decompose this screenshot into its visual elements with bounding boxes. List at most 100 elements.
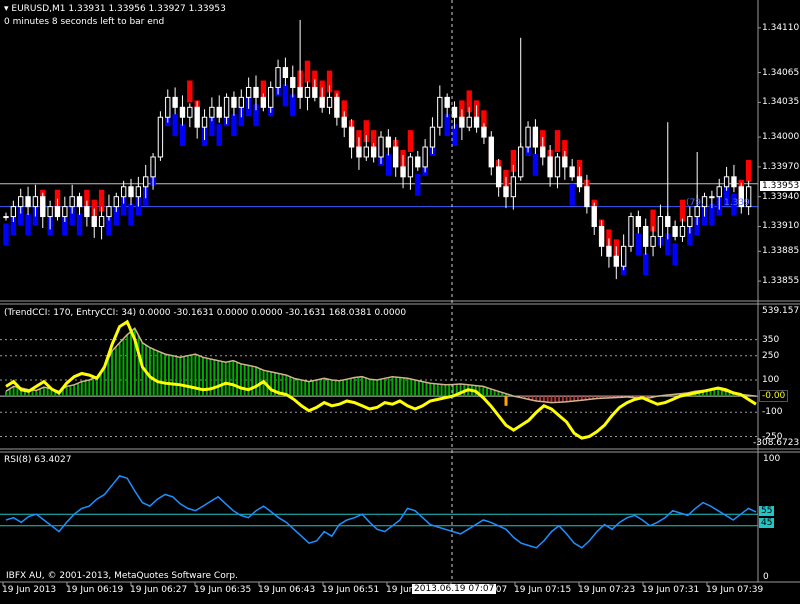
candle-body [459, 116, 465, 128]
cci-tick-label: -100 [762, 407, 783, 418]
symbol-header: ▾ EURUSD,M1 1.33931 1.33956 1.33927 1.33… [4, 4, 226, 14]
candle-body [643, 225, 649, 247]
candle-body [245, 86, 252, 98]
trend-band-series [3, 60, 752, 276]
cci-zero-marker: -0.00 [759, 390, 789, 402]
candle-body [253, 86, 259, 98]
rsi-indicator-panel[interactable] [0, 475, 758, 549]
candle-body [650, 235, 656, 247]
candle-body [731, 176, 737, 188]
candle-body [451, 106, 458, 118]
chart-canvas[interactable] [0, 0, 800, 600]
candle-body [275, 67, 281, 88]
candle-body [620, 245, 627, 267]
candle-body [216, 106, 222, 118]
cci-tick-label: 100 [762, 374, 780, 385]
candle-body [393, 146, 399, 168]
candle-body [495, 166, 502, 188]
price-tick-label: 1.34065 [762, 67, 800, 78]
candle-body [84, 206, 90, 218]
price-tick-label: 1.33940 [762, 191, 800, 202]
candle-body [385, 136, 392, 148]
cci-bottom-value: -308.6723 [753, 438, 800, 448]
rsi-line [5, 475, 757, 549]
time-tick-label: 19 Jun 06:51 [322, 585, 380, 595]
candle-body [113, 196, 119, 208]
candle-body [473, 116, 480, 128]
candle-body [591, 206, 597, 227]
candle-body [466, 116, 472, 128]
rsi-axis-top: 100 [763, 454, 781, 464]
rsi-header: RSI(8) 63.4027 [4, 455, 72, 465]
candle-body [518, 146, 524, 178]
candle-body [613, 255, 619, 267]
rsi-axis-bottom: 0 [763, 572, 769, 582]
candle-body [209, 106, 215, 118]
candle-body [334, 96, 340, 118]
time-tick-label: 19 Jun 07:15 [514, 585, 572, 595]
rsi-level-45-tag: 45 [759, 518, 775, 528]
current-price-tag: 1.33953 [760, 181, 800, 191]
candle-body [598, 225, 605, 247]
price-tick-label: 1.33910 [762, 221, 800, 232]
candle-body [687, 216, 693, 227]
cci-header: (TrendCCI: 170, EntryCCI: 34) 0.0000 -30… [4, 308, 407, 318]
candle-body [437, 96, 443, 128]
candle-body [657, 216, 664, 237]
candle-body [304, 86, 311, 98]
candle-body [554, 156, 561, 178]
cci-indicator-panel[interactable] [0, 319, 758, 440]
candle-body [400, 166, 406, 178]
candle-body [694, 206, 700, 218]
candle-body [120, 186, 127, 198]
time-tick-label: 19 Jun 07:39 [706, 585, 764, 595]
candle-body [444, 96, 450, 108]
price-tick-label: 1.33970 [762, 161, 800, 172]
candle-body [47, 206, 53, 218]
crosshair-time-tag: 2013.06.19 07:07 [412, 584, 497, 594]
candle-body [187, 106, 193, 118]
window-menu-triangle-icon[interactable]: ▾ [4, 4, 9, 14]
candle-body [172, 96, 178, 108]
candle-body [635, 216, 642, 227]
cci-tick-label: 539.1575 [762, 306, 800, 316]
copyright-text: IBFX AU, © 2001-2013, MetaQuotes Softwar… [6, 571, 238, 581]
candle-body [179, 106, 186, 118]
candle-body [378, 136, 384, 158]
candle-body [91, 216, 97, 227]
candle-body [356, 146, 362, 158]
candle-body [576, 176, 583, 188]
price-panel[interactable] [0, 19, 761, 282]
candle-body [150, 156, 156, 178]
candle-body [672, 225, 678, 237]
cci-tick-label: 250 [762, 350, 780, 361]
price-tick-label: 1.34110 [762, 22, 800, 33]
candle-body [54, 206, 61, 218]
candle-body [128, 186, 134, 198]
cci-tick-label: 350 [762, 334, 780, 345]
candle-body [481, 126, 487, 138]
candle-body [3, 216, 9, 219]
candle-body [165, 96, 171, 118]
candle-body [260, 96, 267, 108]
candle-body [415, 156, 421, 168]
candle-body [76, 196, 83, 208]
rsi-level-55-tag: 55 [759, 506, 775, 516]
candle-body [319, 96, 325, 108]
candle-body [312, 86, 318, 98]
candle-body [157, 116, 164, 158]
candle-body [525, 126, 531, 148]
price-tick-label: 1.33885 [762, 246, 800, 257]
candle-body [584, 186, 590, 208]
terminal-chart-window[interactable]: ▾ EURUSD,M1 1.33931 1.33956 1.33927 1.33… [0, 0, 800, 600]
candle-body [407, 156, 414, 178]
time-tick-label: 19 Jun 06:35 [194, 585, 252, 595]
candle-body [143, 176, 149, 188]
candle-body [606, 245, 612, 257]
candle-body [201, 116, 208, 128]
candle-body [194, 106, 200, 128]
candle-body [238, 96, 244, 108]
candle-body [510, 176, 517, 198]
candle-body [562, 156, 568, 168]
candle-body [348, 126, 355, 148]
